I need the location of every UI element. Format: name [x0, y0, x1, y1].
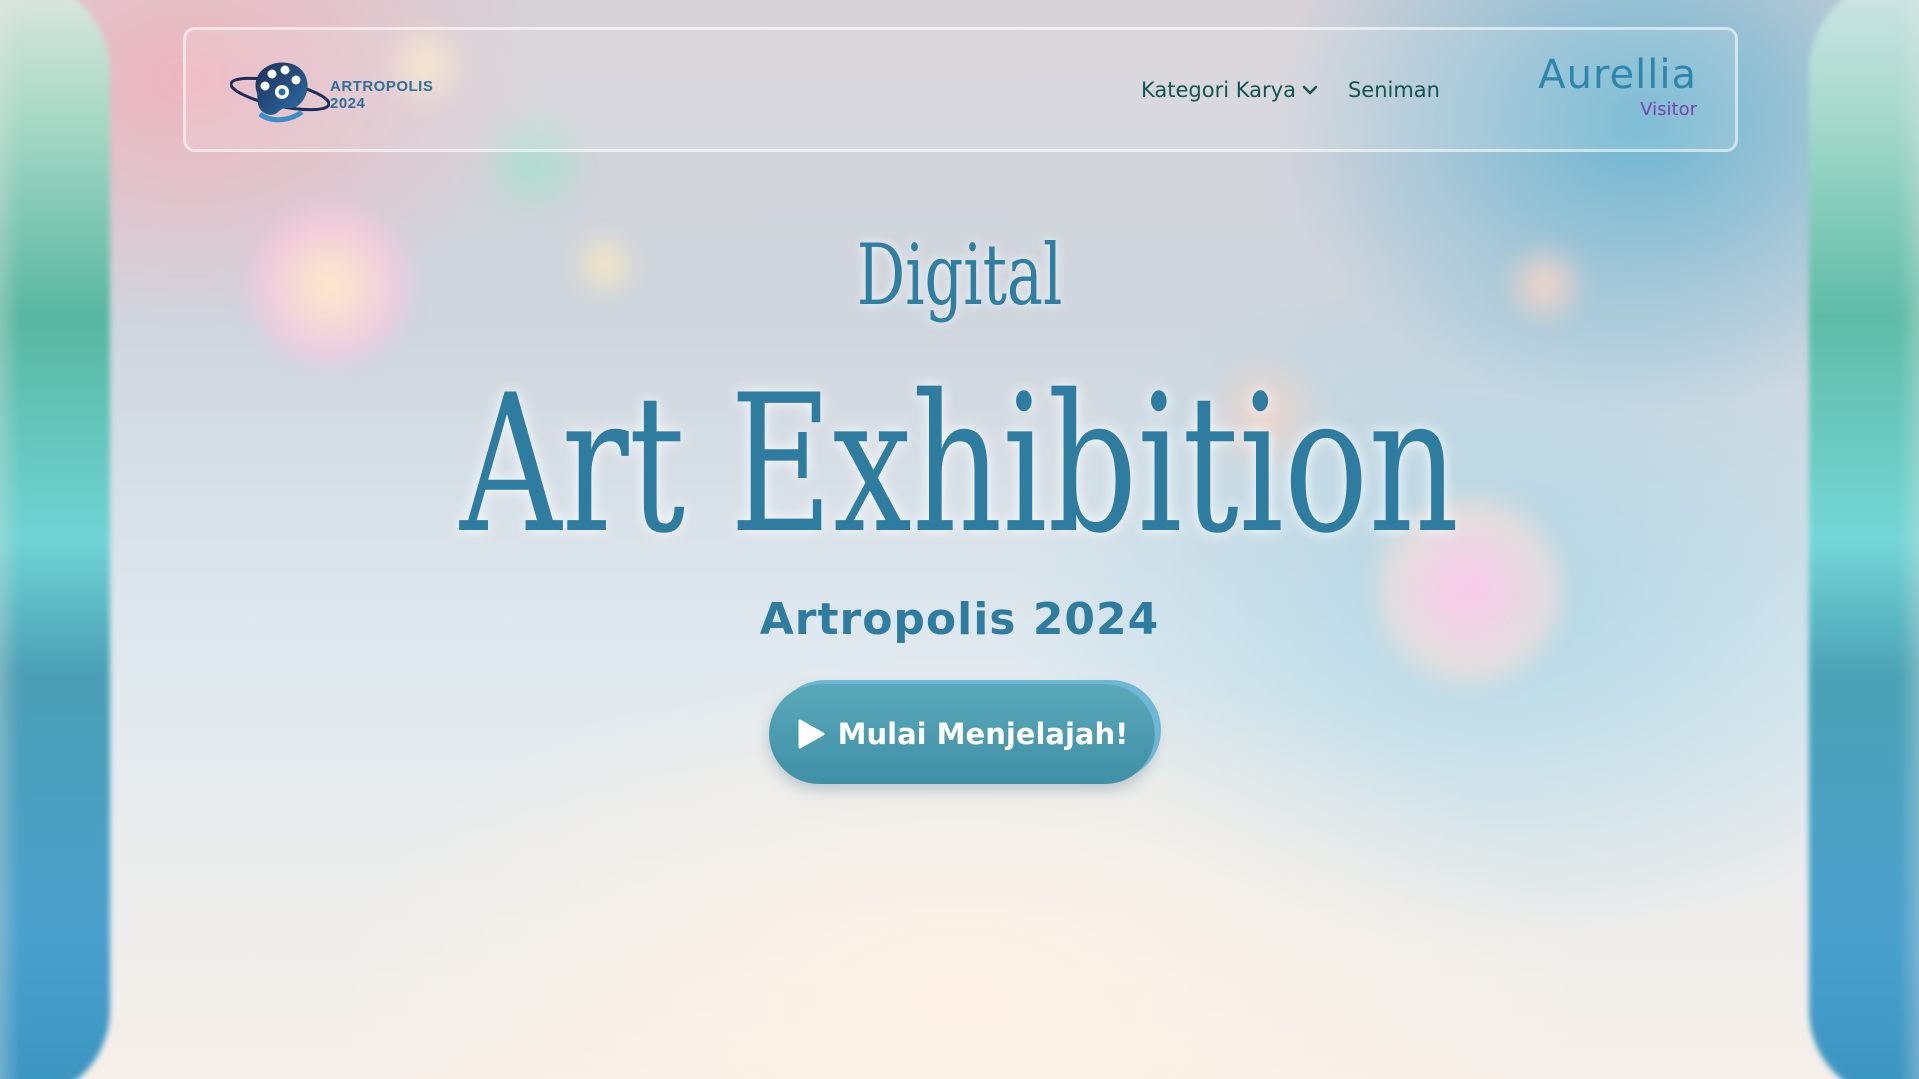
hero-title: Art Exhibition: [459, 354, 1460, 575]
user-role: Visitor: [1640, 99, 1697, 120]
nav-item-kategori-karya[interactable]: Kategori Karya: [1141, 78, 1318, 102]
right-decorative-curtain: [1809, 0, 1919, 1079]
user-name: Aurellia: [1538, 52, 1697, 98]
play-icon: [796, 718, 826, 750]
nav-item-seniman[interactable]: Seniman: [1348, 78, 1440, 102]
planet-palette-icon: [230, 62, 330, 123]
start-exploring-button[interactable]: Mulai Menjelajah!: [769, 684, 1155, 784]
logo-line-2: 2024: [330, 95, 366, 112]
nav-item-label: Seniman: [1347, 78, 1440, 102]
nav-links: Kategori Karya Seniman: [1141, 78, 1440, 102]
hero-kicker: Digital: [856, 226, 1063, 324]
hero-subtitle: Artropolis 2024: [759, 594, 1160, 645]
nav-item-label: Kategori Karya: [1141, 78, 1296, 102]
page: ARTROPOLIS 2024 Kategori Karya Seniman A…: [0, 0, 1919, 1079]
user-profile[interactable]: Aurellia Visitor: [1538, 52, 1697, 120]
logo-text: ARTROPOLIS 2024: [330, 78, 433, 112]
left-decorative-curtain: [0, 0, 110, 1079]
logo-line-1: ARTROPOLIS: [330, 78, 434, 95]
start-exploring-label: Mulai Menjelajah!: [837, 717, 1129, 751]
brand-logo[interactable]: ARTROPOLIS 2024: [230, 52, 450, 132]
navbar: ARTROPOLIS 2024 Kategori Karya Seniman A…: [183, 27, 1738, 152]
chevron-down-icon: [1302, 85, 1318, 95]
